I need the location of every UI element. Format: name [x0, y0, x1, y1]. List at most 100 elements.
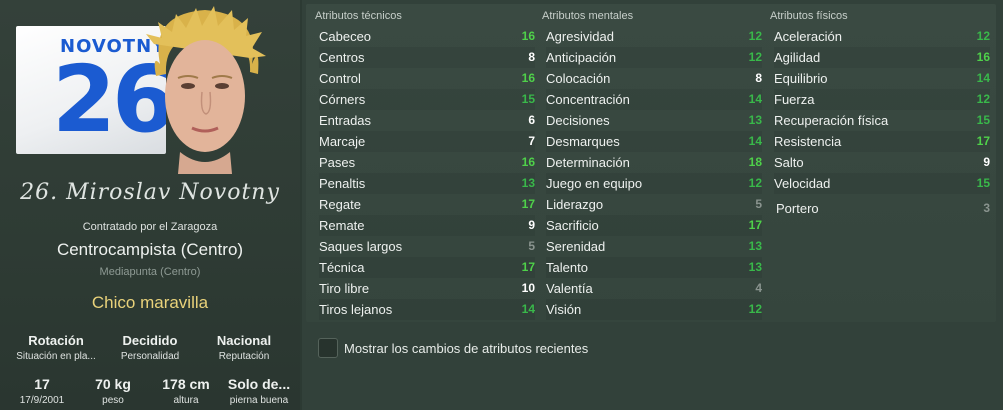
attribute-row[interactable]: Desmarques 14 [546, 131, 762, 152]
attribute-name: Marcaje [319, 134, 366, 149]
attribute-row[interactable]: Penaltis 13 [319, 173, 535, 194]
attribute-row[interactable]: Valentía 4 [546, 278, 762, 299]
attribute-value: 9 [983, 155, 990, 169]
attribute-name: Resistencia [774, 134, 842, 149]
attribute-row[interactable]: Velocidad 15 [774, 173, 990, 194]
attribute-value: 13 [521, 176, 535, 190]
attribute-value: 8 [528, 50, 535, 64]
attribute-value: 14 [976, 71, 990, 85]
attribute-name: Agresividad [546, 29, 614, 44]
physical-attributes-title: Atributos físicos [770, 10, 848, 22]
attribute-value: 12 [748, 50, 762, 64]
attribute-value: 13 [748, 239, 762, 253]
attribute-value: 16 [521, 71, 535, 85]
attribute-value: 4 [755, 281, 762, 295]
show-attribute-changes-option[interactable]: Mostrar los cambios de atributos recient… [318, 338, 718, 358]
show-attribute-changes-label: Mostrar los cambios de atributos recient… [344, 341, 589, 356]
attribute-value: 16 [521, 29, 535, 43]
attribute-value: 12 [748, 176, 762, 190]
attribute-row[interactable]: Tiros lejanos 14 [319, 299, 535, 320]
attribute-row[interactable]: Decisiones 13 [546, 110, 762, 131]
player-portrait [146, 6, 266, 174]
attribute-row[interactable]: Aceleración 12 [774, 26, 990, 47]
attribute-name: Remate [319, 218, 365, 233]
attribute-row[interactable]: Recuperación física 15 [774, 110, 990, 131]
attribute-value: 15 [976, 176, 990, 190]
attribute-name: Agilidad [774, 50, 821, 65]
attribute-value: 14 [521, 302, 535, 316]
attribute-name: Tiros lejanos [319, 302, 393, 317]
attribute-row[interactable]: Concentración 14 [546, 89, 762, 110]
attribute-row[interactable]: Fuerza 12 [774, 89, 990, 110]
attribute-value: 8 [755, 71, 762, 85]
attribute-row[interactable]: Cabeceo 16 [319, 26, 535, 47]
attribute-row[interactable]: Centros 8 [319, 47, 535, 68]
player-subposition: Mediapunta (Centro) [99, 266, 201, 278]
show-attribute-changes-checkbox[interactable] [318, 338, 338, 358]
attribute-value: 13 [748, 260, 762, 274]
attribute-row[interactable]: Determinación 18 [546, 152, 762, 173]
attribute-value: 17 [521, 197, 535, 211]
attribute-row[interactable]: Agilidad 16 [774, 47, 990, 68]
attribute-value: 10 [521, 281, 535, 295]
attribute-name: Valentía [546, 281, 593, 296]
attribute-value: 9 [528, 218, 535, 232]
attribute-row[interactable]: Tiro libre 10 [319, 278, 535, 299]
attribute-name: Colocación [546, 71, 611, 86]
attribute-row[interactable]: Técnica 17 [319, 257, 535, 278]
attribute-row[interactable]: Equilibrio 14 [774, 68, 990, 89]
attribute-row[interactable]: Talento 13 [546, 257, 762, 278]
attribute-row[interactable]: Sacrificio 17 [546, 215, 762, 236]
attribute-row[interactable]: Colocación 8 [546, 68, 762, 89]
attribute-value: 7 [528, 134, 535, 148]
attribute-value: 14 [748, 134, 762, 148]
attribute-name: Equilibrio [774, 71, 828, 86]
attribute-row[interactable]: Serenidad 13 [546, 236, 762, 257]
attribute-name: Recuperación física [774, 113, 889, 128]
info-squad-status: Rotación Situación en pla... [16, 333, 96, 362]
attribute-name: Córners [319, 92, 366, 107]
attribute-row[interactable]: Juego en equipo 12 [546, 173, 762, 194]
attribute-name: Saques largos [319, 239, 403, 254]
attribute-row[interactable]: Salto 9 [774, 152, 990, 173]
attribute-row[interactable]: Marcaje 7 [319, 131, 535, 152]
attribute-value: 17 [521, 260, 535, 274]
attribute-name: Cabeceo [319, 29, 372, 44]
player-tag: Chico maravilla [91, 293, 209, 312]
attribute-row[interactable]: Anticipación 12 [546, 47, 762, 68]
attribute-name: Aceleración [774, 29, 842, 44]
attribute-row[interactable]: Remate 9 [319, 215, 535, 236]
attribute-row[interactable]: Control 16 [319, 68, 535, 89]
attribute-name: Tiro libre [319, 281, 370, 296]
attribute-value: 12 [748, 29, 762, 43]
attribute-row[interactable]: Córners 15 [319, 89, 535, 110]
attribute-row[interactable]: Liderazgo 5 [546, 194, 762, 215]
attribute-name: Fuerza [774, 92, 815, 107]
attribute-name: Regate [319, 197, 361, 212]
info-weight: 70 kg peso [95, 376, 131, 406]
attribute-value: 6 [528, 113, 535, 127]
attribute-name: Velocidad [774, 176, 831, 191]
attribute-name: Centros [319, 50, 365, 65]
info-row-status: Rotación Situación en pla... Decidido Pe… [0, 333, 300, 369]
attribute-row-goalkeeper[interactable]: Portero 3 [776, 198, 990, 219]
attribute-row[interactable]: Agresividad 12 [546, 26, 762, 47]
technical-attributes-title: Atributos técnicos [315, 10, 402, 22]
info-foot: Solo de... pierna buena [227, 376, 291, 406]
attribute-row[interactable]: Saques largos 5 [319, 236, 535, 257]
attribute-name: Decisiones [546, 113, 610, 128]
attribute-name: Salto [774, 155, 804, 170]
attribute-row[interactable]: Pases 16 [319, 152, 535, 173]
info-age: 17 17/9/2001 [19, 376, 65, 406]
attribute-row[interactable]: Resistencia 17 [774, 131, 990, 152]
info-personality: Decidido Personalidad [120, 333, 180, 362]
attribute-row[interactable]: Regate 17 [319, 194, 535, 215]
attribute-name: Sacrificio [546, 218, 599, 233]
attribute-name: Control [319, 71, 361, 86]
attribute-value: 15 [521, 92, 535, 106]
attribute-value: 5 [755, 197, 762, 211]
attribute-row[interactable]: Visión 12 [546, 299, 762, 320]
attribute-row[interactable]: Entradas 6 [319, 110, 535, 131]
attribute-name: Talento [546, 260, 588, 275]
info-reputation: Nacional Reputación [216, 333, 272, 362]
